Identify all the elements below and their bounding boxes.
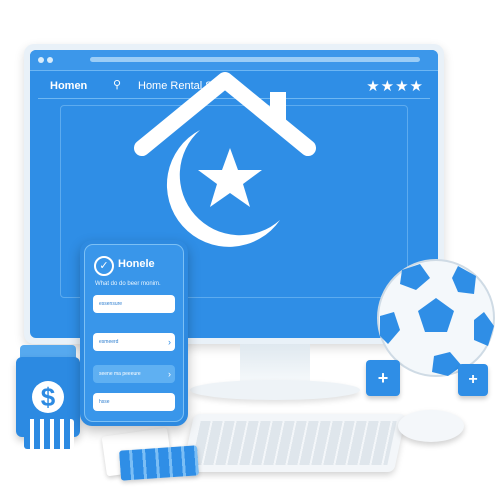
plus-cube-icon: + (458, 364, 488, 396)
rating-stars: ★★★★ (366, 78, 424, 95)
chevron-right-icon: › (168, 369, 171, 379)
phone-subtitle: What do do beer monim. (95, 281, 161, 287)
phone-input-field[interactable]: hsse (93, 393, 175, 411)
monitor-stand-base (190, 380, 360, 400)
money-box: $ (14, 345, 82, 449)
house-star-icon (134, 72, 316, 247)
mouse (398, 410, 464, 442)
keyboard (181, 414, 407, 472)
window-control-dot[interactable] (47, 57, 53, 63)
field-value: hsse (99, 399, 110, 405)
field-value: esmeerd (99, 339, 119, 345)
keyboard-keys (191, 421, 397, 465)
phone-select-field[interactable]: seene ma peeeure › (93, 365, 175, 383)
blue-card (119, 445, 199, 481)
dollar-icon: $ (32, 381, 64, 413)
monitor-stand (240, 344, 310, 384)
phone: ✓ Honele What do do beer monim. essensur… (80, 240, 188, 426)
field-value: seene ma peeeure (99, 371, 141, 377)
location-pin-icon: ⚲ (113, 79, 122, 91)
address-bar[interactable] (90, 57, 420, 62)
money-box-body: $ (16, 357, 80, 449)
phone-input-field[interactable]: essensure (93, 295, 175, 313)
field-value: essensure (99, 301, 123, 307)
window-titlebar (30, 50, 438, 71)
check-circle-icon: ✓ (94, 256, 114, 276)
phone-input-field[interactable]: esmeerd › (93, 333, 175, 351)
phone-title: Honele (118, 258, 155, 270)
phone-screen: ✓ Honele What do do beer monim. essensur… (84, 244, 184, 422)
window-control-dot[interactable] (38, 57, 44, 63)
money-box-stripes (24, 419, 74, 449)
plus-cube-icon: + (366, 360, 400, 396)
brand-name[interactable]: Homen (50, 80, 87, 92)
chevron-right-icon: › (168, 337, 171, 347)
